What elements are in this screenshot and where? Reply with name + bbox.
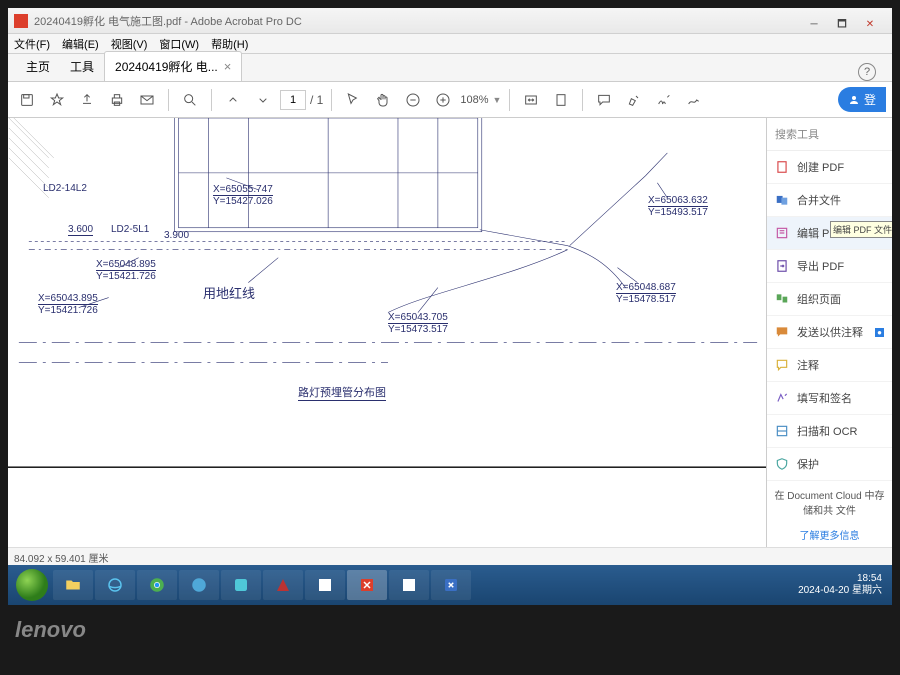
help-icon[interactable]: ? [858,63,876,81]
start-button[interactable] [12,568,52,602]
label-ld2-14l2: LD2-14L2 [43,183,87,194]
fit-page-icon[interactable] [548,87,574,113]
taskbar-app1[interactable] [179,570,219,600]
coord2-y: Y=15421.726 [96,271,156,282]
page-total: / 1 [310,93,323,107]
select-icon[interactable] [340,87,366,113]
save-icon[interactable] [14,87,40,113]
coord5-y: Y=15478.517 [616,294,676,305]
tool-organize[interactable]: 组织页面 [767,283,892,316]
tabbar: 主页 工具 20240419孵化 电... × ? [8,54,892,82]
tab-home[interactable]: 主页 [16,52,60,81]
fit-width-icon[interactable] [518,87,544,113]
sign-icon[interactable] [651,87,677,113]
tools-search[interactable]: 搜索工具 [767,118,892,151]
redline-label: 用地红线 [203,283,255,302]
taskbar-app3[interactable] [305,570,345,600]
search-icon[interactable] [177,87,203,113]
maximize-button[interactable]: 🗖 [828,16,856,34]
tool-scan-ocr[interactable]: 扫描和 OCR [767,415,892,448]
close-button[interactable]: ✕ [856,16,884,34]
titlebar: 20240419孵化 电气施工图.pdf - Adobe Acrobat Pro… [8,8,892,34]
taskbar: 18:54 2024-04-20 星期六 [8,565,892,605]
tray-date: 2024-04-20 星期六 [798,585,882,597]
coord3-y: Y=15421.726 [38,305,98,316]
tooltip-edit-pdf: 编辑 PDF 文件中的文 [830,221,892,238]
tool-send-comments[interactable]: 发送以供注释● [767,316,892,349]
tool-fill-sign[interactable]: 填写和签名 [767,382,892,415]
system-tray[interactable]: 18:54 2024-04-20 星期六 [798,573,888,597]
page-dimensions: 84.092 x 59.401 厘米 [14,554,109,565]
coord6-x: X=65063.632 [648,195,708,207]
highlight-icon[interactable] [621,87,647,113]
tray-time: 18:54 [798,573,882,585]
menu-window[interactable]: 窗口(W) [159,36,199,52]
taskbar-app2[interactable] [221,570,261,600]
pdf-doc-icon [14,14,28,28]
stamp-icon[interactable] [681,87,707,113]
window-controls: ─ 🗖 ✕ [800,16,884,34]
mail-icon[interactable] [134,87,160,113]
tool-protect[interactable]: 保护 [767,448,892,481]
taskbar-app4[interactable] [389,570,429,600]
zoom-level: 108% [460,94,488,106]
tab-close-icon[interactable]: × [224,59,232,74]
coord5-x: X=65048.687 [616,282,676,294]
menu-file[interactable]: 文件(F) [14,36,50,52]
taskbar-explorer[interactable] [53,570,93,600]
tab-document[interactable]: 20240419孵化 电... × [104,51,242,81]
toolbar: / 1 108% ▼ 登 [8,82,892,118]
tool-export-pdf[interactable]: 导出 PDF [767,250,892,283]
minimize-button[interactable]: ─ [800,16,828,34]
taskbar-acrobat[interactable] [347,570,387,600]
coord2-x: X=65048.895 [96,259,156,271]
tool-comment[interactable]: 注释 [767,349,892,382]
menu-edit[interactable]: 编辑(E) [62,36,99,52]
windows-orb-icon [16,569,48,601]
coord4-y: Y=15473.517 [388,324,448,335]
coord6-y: Y=15493.517 [648,207,708,218]
coord4-x: X=65043.705 [388,312,448,324]
zoom-out-icon[interactable] [400,87,426,113]
comment-icon[interactable] [591,87,617,113]
print-icon[interactable] [104,87,130,113]
taskbar-app5[interactable] [431,570,471,600]
upload-icon[interactable] [74,87,100,113]
learn-more-link[interactable]: 了解更多信息 [767,523,892,546]
coord1-y: Y=15427.026 [213,196,273,207]
tool-edit-pdf[interactable]: 编辑 PDF 编辑 PDF 文件中的文 [767,217,892,250]
taskbar-autocad[interactable] [263,570,303,600]
menu-help[interactable]: 帮助(H) [211,36,248,52]
page-indicator: / 1 [280,90,323,110]
cad-drawing: LD2-14L2 3.600 LD2-5L1 3.900 X=65055.747… [8,118,766,547]
coord1-x: X=65055.747 [213,184,273,196]
window-title: 20240419孵化 电气施工图.pdf - Adobe Acrobat Pro… [34,13,302,29]
side-footer-text: 在 Document Cloud 中存储和共 文件 [767,481,892,523]
star-icon[interactable] [44,87,70,113]
taskbar-ie[interactable] [95,570,135,600]
page-down-icon[interactable] [250,87,276,113]
laptop-brand: lenovo [15,617,86,643]
document-viewport[interactable]: LD2-14L2 3.600 LD2-5L1 3.900 X=65055.747… [8,118,766,547]
page-current-input[interactable] [280,90,306,110]
page-up-icon[interactable] [220,87,246,113]
tool-create-pdf[interactable]: 创建 PDF [767,151,892,184]
hand-icon[interactable] [370,87,396,113]
drawing-title: 路灯预埋管分布图 [298,384,386,401]
dim-3600: 3.600 [68,224,93,236]
tools-panel: 搜索工具 创建 PDF 合并文件 编辑 PDF 编辑 PDF 文件中的文 导出 … [766,118,892,547]
dim-3900: 3.900 [164,230,189,241]
zoom-in-icon[interactable] [430,87,456,113]
tab-document-label: 20240419孵化 电... [115,58,218,75]
menu-view[interactable]: 视图(V) [111,36,148,52]
taskbar-chrome[interactable] [137,570,177,600]
coord3-x: X=65043.895 [38,293,98,305]
label-ld2-5l1: LD2-5L1 [111,224,149,235]
tab-tools[interactable]: 工具 [60,52,104,81]
signin-button[interactable]: 登 [838,87,886,112]
pdf-status-bar: 84.092 x 59.401 厘米 [8,547,892,565]
tool-combine[interactable]: 合并文件 [767,184,892,217]
